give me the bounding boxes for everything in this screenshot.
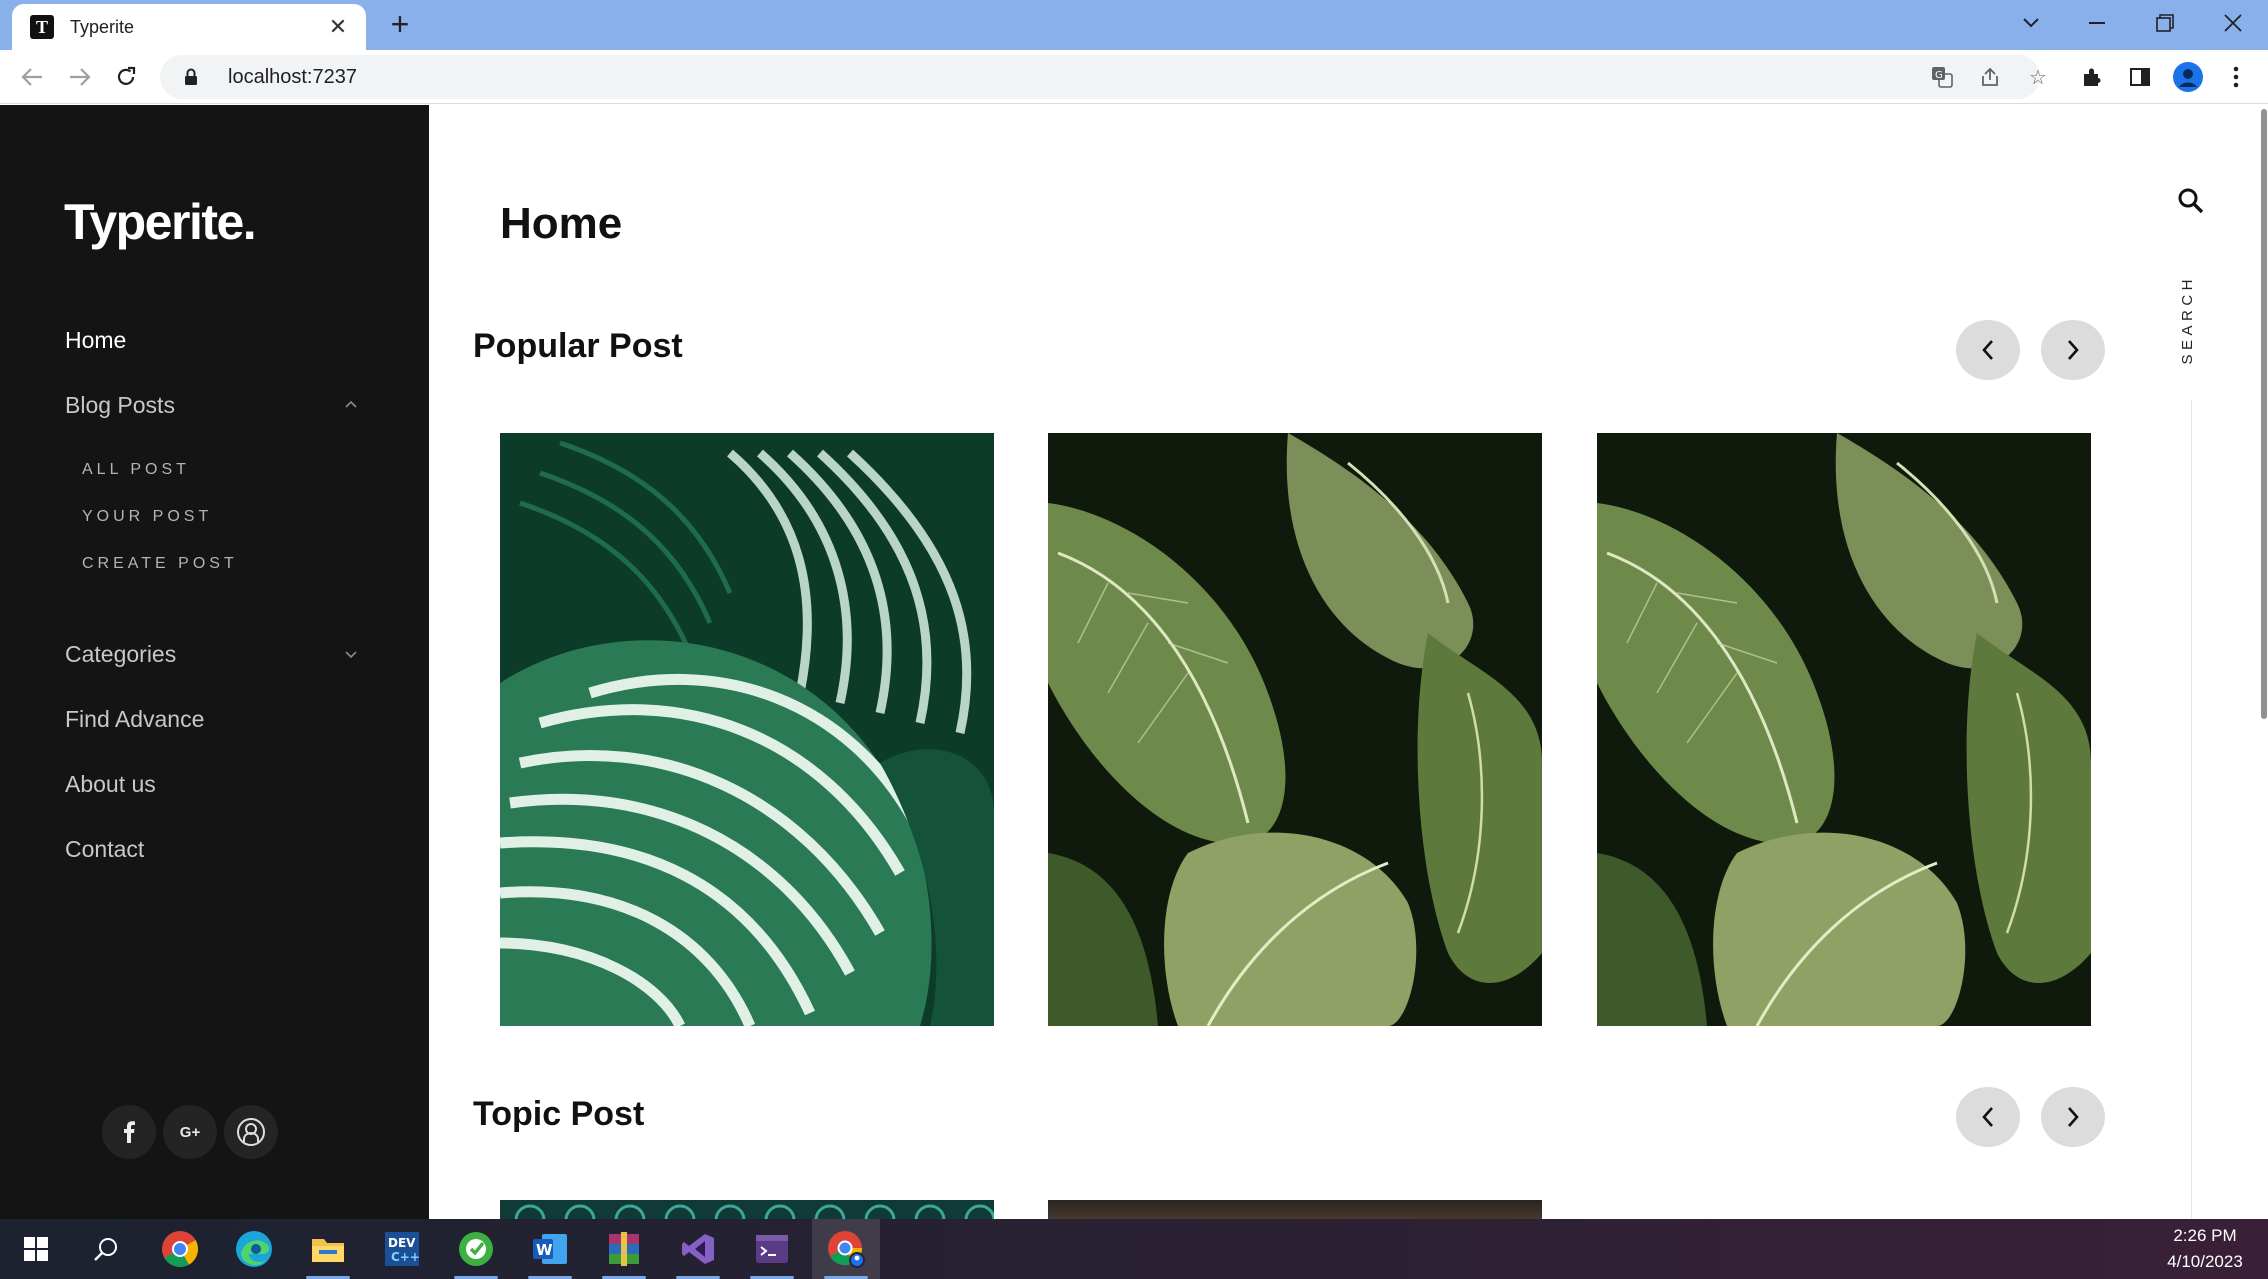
subnav-create-post[interactable]: CREATE POST [82, 555, 238, 573]
tab-title: Typerite [70, 16, 135, 37]
forward-button[interactable] [62, 59, 98, 95]
topic-post-title: Topic Post [473, 1095, 645, 1133]
winrar-icon[interactable] [590, 1219, 658, 1279]
facebook-icon[interactable] [102, 1105, 156, 1159]
page-scrollbar[interactable] [2259, 105, 2268, 1219]
popular-next-button[interactable] [2041, 320, 2105, 380]
search-label[interactable]: SEARCH [2179, 275, 2196, 365]
chrome-profile-icon[interactable] [812, 1219, 880, 1279]
page-title: Home [500, 199, 623, 248]
windows-taskbar: DEV C++ W 2:26 PM 4/10/2023 [0, 1219, 2268, 1279]
minimize-button[interactable] [2064, 0, 2130, 46]
divider-line [2191, 400, 2192, 1219]
popular-prev-button[interactable] [1956, 320, 2020, 380]
popular-post-image-1[interactable] [500, 433, 994, 1026]
scrollbar-thumb[interactable] [2261, 109, 2267, 719]
topic-prev-button[interactable] [1956, 1087, 2020, 1147]
chrome-icon[interactable] [146, 1219, 214, 1279]
visual-studio-icon[interactable] [664, 1219, 732, 1279]
topic-post-image-1[interactable] [500, 1200, 994, 1219]
close-window-button[interactable] [2200, 0, 2266, 46]
system-clock[interactable]: 2:26 PM 4/10/2023 [2150, 1223, 2260, 1275]
reload-button[interactable] [108, 59, 144, 95]
nav-home[interactable]: Home [65, 327, 126, 354]
word-icon[interactable]: W [516, 1219, 584, 1279]
back-button[interactable] [14, 59, 50, 95]
user-circle-icon[interactable] [224, 1105, 278, 1159]
nav-contact[interactable]: Contact [65, 836, 144, 863]
clock-date: 4/10/2023 [2167, 1252, 2243, 1271]
app-green-icon[interactable] [442, 1219, 510, 1279]
search-icon[interactable] [2177, 187, 2205, 215]
popular-post-image-3[interactable] [1597, 433, 2091, 1026]
terminal-icon[interactable] [738, 1219, 806, 1279]
new-tab-button[interactable]: + [382, 6, 418, 42]
nav-find-advance[interactable]: Find Advance [65, 706, 204, 733]
devcpp-icon[interactable]: DEV C++ [368, 1219, 436, 1279]
subnav-your-post[interactable]: YOUR POST [82, 508, 212, 526]
chevron-left-icon [1982, 1107, 1993, 1127]
browser-tabstrip: T Typerite ✕ + [0, 0, 2268, 50]
popular-post-image-2[interactable] [1048, 433, 1542, 1026]
tab-search-icon[interactable] [1998, 0, 2064, 46]
svg-text:W: W [536, 1241, 553, 1259]
translate-icon[interactable]: G [1926, 61, 1958, 93]
url-text[interactable]: localhost:7237 [228, 66, 357, 89]
popular-post-title: Popular Post [473, 327, 683, 365]
site-favicon: T [30, 15, 54, 39]
share-icon[interactable] [1974, 61, 2006, 93]
chevron-down-icon[interactable] [345, 646, 357, 662]
profile-avatar-icon[interactable] [2170, 59, 2206, 95]
nav-about-us[interactable]: About us [65, 771, 156, 798]
site-logo[interactable]: Typerite. [64, 193, 257, 251]
svg-text:C++: C++ [391, 1250, 419, 1264]
lock-icon[interactable] [180, 66, 202, 88]
address-bar[interactable]: localhost:7237 G ☆ [160, 55, 2047, 99]
browser-tab[interactable]: T Typerite ✕ [12, 4, 366, 50]
main-content: Home Popular Post Topic Post SEARCH [429, 105, 2268, 1219]
svg-text:DEV: DEV [388, 1236, 416, 1250]
more-menu-icon[interactable] [2218, 59, 2254, 95]
browser-toolbar: localhost:7237 G ☆ [0, 50, 2268, 104]
search-icon[interactable] [72, 1219, 140, 1279]
file-explorer-icon[interactable] [294, 1219, 362, 1279]
subnav-all-post[interactable]: ALL POST [82, 461, 190, 479]
topic-next-button[interactable] [2041, 1087, 2105, 1147]
nav-categories[interactable]: Categories [65, 641, 176, 668]
chevron-right-icon [2068, 340, 2079, 360]
svg-text:G: G [1935, 70, 1943, 81]
edge-icon[interactable] [220, 1219, 288, 1279]
close-tab-icon[interactable]: ✕ [324, 14, 352, 40]
restore-button[interactable] [2132, 0, 2198, 46]
sidebar: Typerite. Home Blog Posts ALL POST YOUR … [0, 105, 429, 1219]
chevron-left-icon [1982, 340, 1993, 360]
google-plus-icon[interactable]: G+ [163, 1105, 217, 1159]
chevron-right-icon [2068, 1107, 2079, 1127]
nav-blog-posts[interactable]: Blog Posts [65, 392, 175, 419]
clock-time: 2:26 PM [2173, 1226, 2237, 1245]
bookmark-star-icon[interactable]: ☆ [2022, 61, 2054, 93]
side-panel-icon[interactable] [2122, 59, 2158, 95]
chevron-up-icon[interactable] [345, 395, 357, 411]
start-icon[interactable] [2, 1219, 70, 1279]
extensions-icon[interactable] [2074, 59, 2110, 95]
topic-post-image-2[interactable] [1048, 1200, 1542, 1219]
